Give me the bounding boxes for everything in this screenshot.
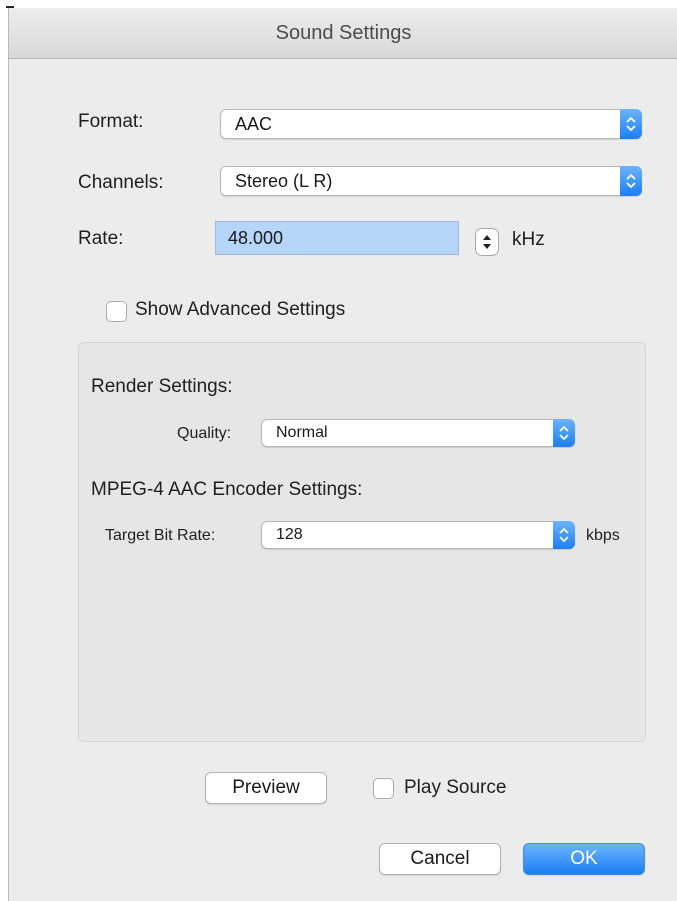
rate-stepper[interactable] — [475, 228, 499, 256]
channels-popup[interactable]: Stereo (L R) — [220, 166, 642, 196]
channels-value: Stereo (L R) — [235, 171, 333, 191]
bitrate-popup[interactable]: 128 — [261, 521, 575, 549]
bitrate-unit: kbps — [586, 527, 620, 544]
advanced-settings-panel: Render Settings: Quality: Normal MPEG-4 … — [78, 342, 646, 742]
render-settings-heading: Render Settings: — [91, 376, 233, 397]
popup-arrows-icon — [553, 521, 575, 549]
show-advanced-label: Show Advanced Settings — [135, 299, 346, 320]
format-label: Format: — [78, 111, 144, 132]
bitrate-value: 128 — [276, 526, 303, 543]
popup-arrows-icon — [620, 166, 642, 196]
rate-input[interactable]: 48.000 — [215, 221, 459, 255]
format-popup[interactable]: AAC — [220, 109, 642, 139]
show-advanced-checkbox[interactable] — [106, 301, 127, 322]
bitrate-label: Target Bit Rate: — [105, 527, 216, 544]
channels-label: Channels: — [78, 172, 164, 193]
cancel-button[interactable]: Cancel — [379, 843, 501, 875]
quality-popup[interactable]: Normal — [261, 419, 575, 447]
stepper-arrows-icon — [483, 235, 491, 249]
quality-value: Normal — [276, 424, 328, 441]
preview-button[interactable]: Preview — [205, 772, 327, 804]
rate-value: 48.000 — [228, 228, 284, 248]
quality-label: Quality: — [177, 425, 232, 442]
encoder-settings-heading: MPEG-4 AAC Encoder Settings: — [91, 479, 363, 500]
window-title: Sound Settings — [9, 8, 677, 59]
ok-button[interactable]: OK — [523, 843, 645, 875]
rate-unit: kHz — [512, 229, 545, 250]
window-corner-mark — [6, 6, 14, 8]
play-source-checkbox[interactable] — [373, 778, 394, 799]
play-source-label: Play Source — [404, 777, 507, 798]
popup-arrows-icon — [553, 419, 575, 447]
sound-settings-dialog: Sound Settings Format: AAC Channels: Ste… — [8, 8, 677, 901]
popup-arrows-icon — [620, 109, 642, 139]
format-value: AAC — [235, 114, 273, 134]
rate-label: Rate: — [78, 228, 124, 249]
